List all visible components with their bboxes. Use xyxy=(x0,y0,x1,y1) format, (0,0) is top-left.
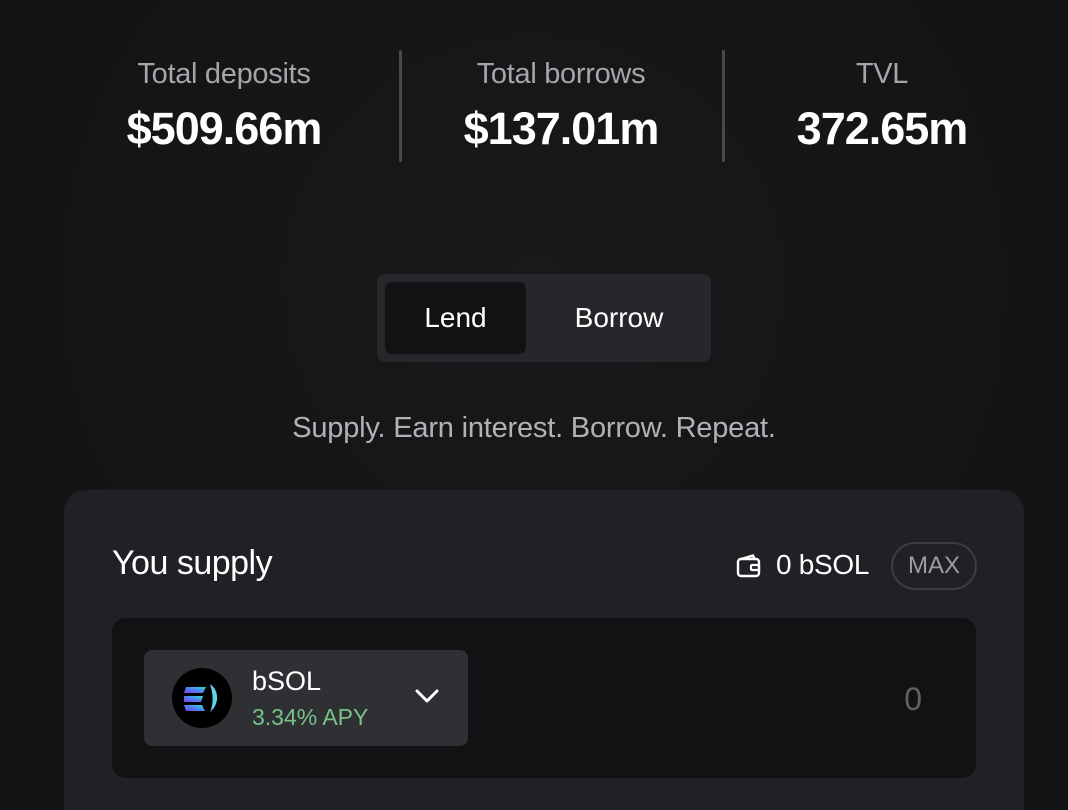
chevron-down-icon xyxy=(415,689,439,703)
token-name: bSOL xyxy=(252,666,322,696)
wallet-icon xyxy=(736,554,761,578)
token-selector[interactable]: bSOL 3.34% APY xyxy=(144,650,468,746)
stat-label: TVL xyxy=(855,58,909,90)
borrow-tab[interactable]: Borrow xyxy=(537,282,701,354)
stat-divider xyxy=(399,50,402,162)
stat-total-deposits: Total deposits $509.66m xyxy=(84,50,364,160)
supply-card: You supply 0 bSOL MAX bSOL 3.34% APY 0 xyxy=(64,490,1024,810)
stat-label: Total deposits xyxy=(137,58,311,90)
stat-value: $509.66m xyxy=(126,103,323,154)
supply-title: You supply xyxy=(112,544,273,582)
stat-total-borrows: Total borrows $137.01m xyxy=(421,50,701,160)
stat-tvl: TVL 372.65m xyxy=(742,50,1022,160)
stat-label: Total borrows xyxy=(476,58,646,90)
tagline: Supply. Earn interest. Borrow. Repeat. xyxy=(292,412,776,444)
supply-input-box: bSOL 3.34% APY xyxy=(112,618,976,778)
bsol-logo-icon xyxy=(172,668,232,728)
supply-amount-input[interactable] xyxy=(620,670,924,728)
token-apy: 3.34% APY xyxy=(252,704,369,730)
lending-page: Total deposits $509.66m Total borrows $1… xyxy=(0,0,1068,810)
protocol-stats: Total deposits $509.66m Total borrows $1… xyxy=(0,50,1068,162)
stat-value: 372.65m xyxy=(796,103,969,154)
stat-value: $137.01m xyxy=(463,103,660,154)
lend-tab[interactable]: Lend xyxy=(385,282,526,354)
max-button[interactable]: MAX xyxy=(891,542,977,590)
wallet-balance: 0 bSOL xyxy=(776,549,870,580)
lend-borrow-toggle: Lend Borrow xyxy=(377,274,711,362)
stat-divider xyxy=(722,50,725,162)
